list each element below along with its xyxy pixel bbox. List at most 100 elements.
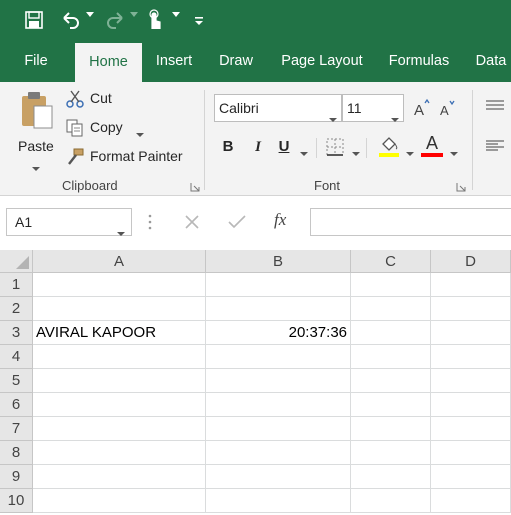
cell-b6[interactable] (206, 393, 351, 417)
touch-mode-dropdown-icon[interactable] (172, 12, 180, 18)
cell-d4[interactable] (431, 345, 511, 369)
name-box[interactable]: A1 (6, 208, 132, 236)
cell-c5[interactable] (351, 369, 431, 393)
bold-button[interactable]: B (218, 136, 238, 158)
tab-page-layout[interactable]: Page Layout (276, 40, 368, 82)
save-icon[interactable] (24, 8, 44, 32)
copy-dropdown-icon (136, 126, 144, 141)
formula-input[interactable] (310, 208, 511, 236)
cell-b8[interactable] (206, 441, 351, 465)
touch-mode-icon[interactable] (144, 8, 164, 32)
enter-icon[interactable] (228, 214, 246, 233)
cut-button[interactable]: Cut (64, 88, 124, 110)
paste-button[interactable]: Paste (14, 88, 58, 171)
font-color-label: A (425, 133, 438, 153)
undo-dropdown-icon[interactable] (86, 12, 94, 18)
cell-c3[interactable] (351, 321, 431, 345)
tab-home[interactable]: Home (75, 43, 142, 82)
font-size-combobox[interactable]: 11 (342, 94, 404, 122)
cancel-icon[interactable] (184, 214, 200, 233)
borders-dropdown-icon[interactable] (352, 145, 360, 160)
cell-d9[interactable] (431, 465, 511, 489)
tab-data[interactable]: Data (468, 40, 511, 82)
cell-d5[interactable] (431, 369, 511, 393)
cell-c9[interactable] (351, 465, 431, 489)
svg-text:A: A (414, 102, 424, 118)
cell-c2[interactable] (351, 297, 431, 321)
font-color-dropdown-icon[interactable] (450, 145, 458, 160)
redo-icon[interactable] (104, 8, 126, 32)
cell-a4[interactable] (33, 345, 206, 369)
column-header-c[interactable]: C (351, 250, 431, 273)
cell-d10[interactable] (431, 489, 511, 513)
redo-dropdown-icon[interactable] (130, 12, 138, 18)
cell-b2[interactable] (206, 297, 351, 321)
column-header-b[interactable]: B (206, 250, 351, 273)
tab-insert[interactable]: Insert (148, 40, 200, 82)
tab-draw[interactable]: Draw (210, 40, 262, 82)
cell-b3[interactable]: 20:37:36 (206, 321, 351, 345)
insert-function-button[interactable]: fx (274, 210, 286, 230)
customize-icon[interactable] (194, 8, 204, 32)
column-header-a[interactable]: A (33, 250, 206, 273)
cell-d7[interactable] (431, 417, 511, 441)
font-name-combobox[interactable]: Calibri (214, 94, 342, 122)
row-header[interactable]: 9 (0, 465, 33, 489)
cell-a3[interactable]: AVIRAL KAPOOR (33, 321, 206, 345)
cell-b7[interactable] (206, 417, 351, 441)
tab-file[interactable]: File (10, 40, 62, 82)
cell-c4[interactable] (351, 345, 431, 369)
increase-font-size-icon[interactable]: A (412, 98, 432, 121)
cell-b5[interactable] (206, 369, 351, 393)
align-top-icon[interactable] (486, 98, 504, 113)
row-header[interactable]: 1 (0, 273, 33, 297)
column-header-d[interactable]: D (431, 250, 511, 273)
select-all-button[interactable] (0, 250, 33, 273)
cell-d1[interactable] (431, 273, 511, 297)
cell-b1[interactable] (206, 273, 351, 297)
cell-a2[interactable] (33, 297, 206, 321)
font-color-button[interactable]: A (421, 132, 443, 158)
row-header[interactable]: 10 (0, 489, 33, 513)
cell-d6[interactable] (431, 393, 511, 417)
cell-a6[interactable] (33, 393, 206, 417)
cell-b10[interactable] (206, 489, 351, 513)
copy-button[interactable]: Copy (64, 117, 148, 139)
cell-c1[interactable] (351, 273, 431, 297)
cell-a1[interactable] (33, 273, 206, 297)
underline-dropdown-icon[interactable] (300, 145, 308, 160)
clipboard-dialog-launcher-icon[interactable] (190, 180, 200, 192)
italic-button[interactable]: I (248, 136, 268, 158)
align-left-icon[interactable] (486, 140, 504, 155)
cell-c6[interactable] (351, 393, 431, 417)
tab-formulas[interactable]: Formulas (382, 40, 456, 82)
cell-c8[interactable] (351, 441, 431, 465)
row-header[interactable]: 4 (0, 345, 33, 369)
underline-button[interactable]: U (274, 136, 294, 158)
borders-icon[interactable] (326, 138, 344, 159)
row-header[interactable]: 7 (0, 417, 33, 441)
row-header[interactable]: 5 (0, 369, 33, 393)
row-header[interactable]: 6 (0, 393, 33, 417)
undo-icon[interactable] (60, 8, 82, 32)
cell-c10[interactable] (351, 489, 431, 513)
cell-a9[interactable] (33, 465, 206, 489)
cell-b4[interactable] (206, 345, 351, 369)
cell-c7[interactable] (351, 417, 431, 441)
font-dialog-launcher-icon[interactable] (456, 180, 466, 192)
cell-a8[interactable] (33, 441, 206, 465)
row-header[interactable]: 3 (0, 321, 33, 345)
cell-d3[interactable] (431, 321, 511, 345)
cell-d8[interactable] (431, 441, 511, 465)
cell-a7[interactable] (33, 417, 206, 441)
decrease-font-size-icon[interactable]: A (438, 98, 458, 121)
cell-a10[interactable] (33, 489, 206, 513)
row-header[interactable]: 2 (0, 297, 33, 321)
cell-d2[interactable] (431, 297, 511, 321)
row-header[interactable]: 8 (0, 441, 33, 465)
format-painter-button[interactable]: Format Painter (64, 146, 190, 168)
cell-b9[interactable] (206, 465, 351, 489)
fill-color-dropdown-icon[interactable] (406, 145, 414, 160)
cell-a5[interactable] (33, 369, 206, 393)
fill-color-icon[interactable] (378, 134, 400, 161)
